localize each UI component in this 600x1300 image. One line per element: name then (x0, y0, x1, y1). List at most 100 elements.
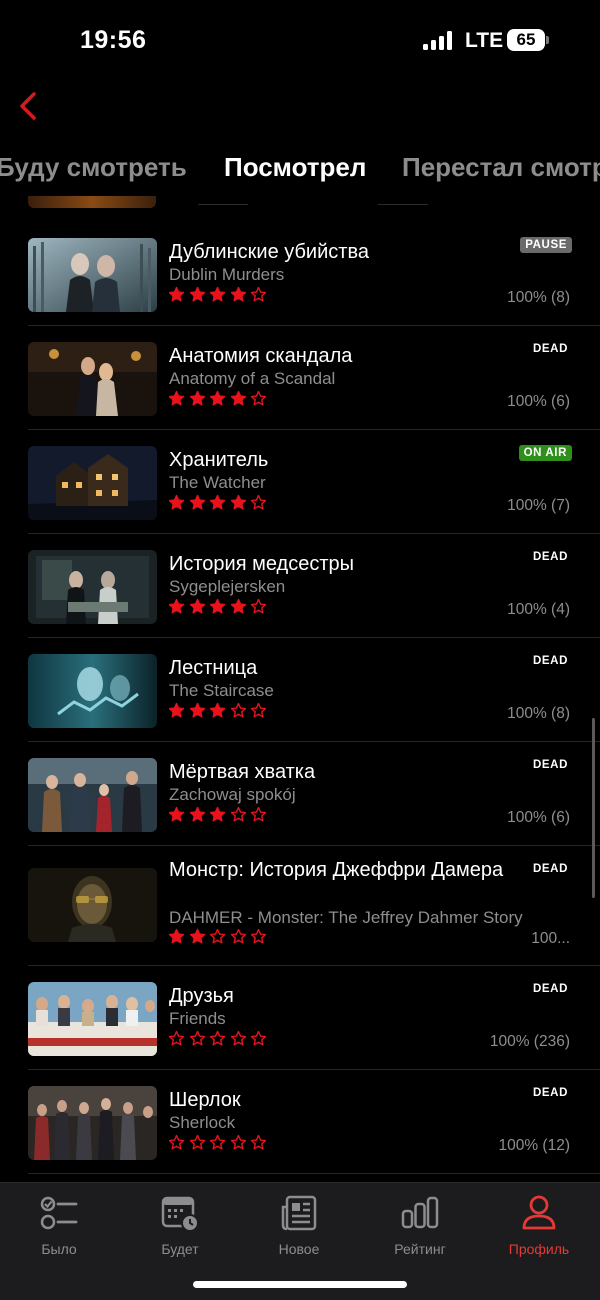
nav-label: Профиль (508, 1241, 570, 1257)
chevron-left-icon (20, 92, 36, 120)
nav-item-rating[interactable]: Рейтинг (365, 1193, 475, 1259)
list-item[interactable]: Друзья Friends DEAD 100% (236) (28, 966, 600, 1070)
back-button[interactable] (12, 86, 46, 126)
nav-label: Рейтинг (394, 1241, 446, 1257)
star-rating (168, 286, 267, 306)
progress-count: 100% (8) (507, 289, 570, 306)
show-original-title: The Staircase (169, 681, 274, 700)
person-icon (522, 1195, 556, 1230)
poster-thumbnail (28, 982, 157, 1056)
bar-chart-icon (401, 1196, 439, 1229)
list-item[interactable]: Анатомия скандала Anatomy of a Scandal D… (28, 326, 600, 430)
star-rating (168, 598, 267, 618)
progress-count: 100% (6) (507, 809, 570, 826)
list-item[interactable]: Лестница The Staircase DEAD 100% (8) (28, 638, 600, 742)
list-item[interactable]: Дублинские убийства Dublin Murders PAUSE… (28, 222, 600, 326)
star-filled-icon (230, 494, 246, 510)
show-original-title: DAHMER - Monster: The Jeffrey Dahmer Sto… (169, 908, 523, 927)
star-empty-icon (189, 1030, 205, 1046)
show-title: История медсестры (169, 553, 354, 575)
star-rating (168, 806, 267, 826)
star-empty-icon (189, 1134, 205, 1150)
star-filled-icon (168, 928, 185, 944)
show-title: Лестница (169, 657, 258, 679)
star-rating (168, 390, 267, 410)
status-badge: DEAD (533, 863, 568, 875)
progress-count: 100% (7) (507, 497, 570, 514)
star-filled-icon (168, 806, 185, 822)
nav-item-new[interactable]: Новое (244, 1193, 354, 1259)
list-item[interactable]: Монстр: История Джеффри Дамера DAHMER - … (28, 846, 600, 966)
star-empty-icon (250, 928, 267, 944)
tab-watched[interactable]: Посмотрел (224, 152, 366, 183)
star-filled-icon (209, 390, 226, 406)
star-filled-icon (230, 598, 246, 614)
star-empty-icon (250, 1030, 267, 1046)
star-empty-icon (250, 286, 267, 302)
show-title: Хранитель (169, 449, 269, 471)
show-original-title: Sygeplejersken (169, 577, 286, 596)
star-empty-icon (230, 806, 246, 822)
show-original-title: Dublin Murders (169, 265, 285, 284)
star-filled-icon (168, 390, 185, 406)
status-badge: DEAD (533, 759, 568, 771)
nav-item-will-be[interactable]: Будет (125, 1193, 235, 1259)
status-badge: DEAD (533, 1087, 568, 1099)
status-time: 19:56 (80, 26, 147, 54)
poster-thumbnail (28, 238, 157, 312)
status-badge: DEAD (533, 983, 568, 995)
nav-label: Было (41, 1241, 77, 1257)
poster-thumbnail (28, 342, 157, 416)
star-filled-icon (230, 390, 246, 406)
star-empty-icon (250, 390, 267, 406)
star-rating (168, 928, 267, 948)
star-filled-icon (168, 702, 185, 718)
progress-count: 100% (12) (498, 1137, 570, 1154)
list-item[interactable]: Мёртвая хватка Zachowaj spokój DEAD 100%… (28, 742, 600, 846)
star-filled-icon (189, 806, 205, 822)
star-empty-icon (250, 1134, 267, 1150)
show-original-title: Anatomy of a Scandal (169, 369, 336, 388)
list-item[interactable]: Хранитель The Watcher ON AIR 100% (7) (28, 430, 600, 534)
progress-count: 100% (8) (507, 705, 570, 722)
star-filled-icon (168, 494, 185, 510)
status-badge: PAUSE (520, 237, 572, 253)
star-empty-icon (168, 1134, 185, 1150)
star-filled-icon (189, 598, 205, 614)
nav-item-profile[interactable]: Профиль (484, 1193, 594, 1259)
newspaper-icon (281, 1195, 317, 1231)
star-empty-icon (230, 1134, 246, 1150)
star-rating (168, 1134, 267, 1154)
list-item[interactable]: История медсестры Sygeplejersken DEAD 10… (28, 534, 600, 638)
show-original-title: Friends (169, 1009, 226, 1028)
list-item[interactable]: Шерлок Sherlock DEAD 100% (12) (28, 1070, 600, 1174)
battery-tip (546, 36, 549, 44)
poster-thumbnail (28, 196, 156, 208)
tab-stopped-watching[interactable]: Перестал смотреть (402, 152, 600, 183)
show-title: Дублинские убийства (169, 241, 369, 263)
star-filled-icon (209, 806, 226, 822)
show-title: Анатомия скандала (169, 345, 353, 367)
poster-thumbnail (28, 550, 157, 624)
star-empty-icon (209, 1134, 226, 1150)
show-original-title: The Watcher (169, 473, 266, 492)
status-badge: DEAD (533, 343, 568, 355)
battery-icon: 65 (507, 29, 545, 51)
star-empty-icon (230, 928, 246, 944)
progress-count: 100... (531, 930, 570, 947)
progress-count: 100% (236) (489, 1033, 570, 1050)
show-title: Монстр: История Джеффри Дамера (169, 859, 504, 881)
poster-thumbnail (28, 758, 157, 832)
scrollbar[interactable] (592, 718, 595, 898)
star-empty-icon (230, 1030, 246, 1046)
star-empty-icon (230, 702, 246, 718)
status-badge: DEAD (533, 655, 568, 667)
tab-will-watch[interactable]: Буду смотреть (0, 152, 187, 183)
progress-count: 100% (4) (507, 601, 570, 618)
show-title: Друзья (169, 985, 234, 1007)
nav-item-was[interactable]: Было (4, 1193, 114, 1259)
show-title: Мёртвая хватка (169, 761, 316, 783)
star-filled-icon (189, 286, 205, 302)
star-empty-icon (250, 598, 267, 614)
poster-thumbnail (28, 868, 157, 942)
